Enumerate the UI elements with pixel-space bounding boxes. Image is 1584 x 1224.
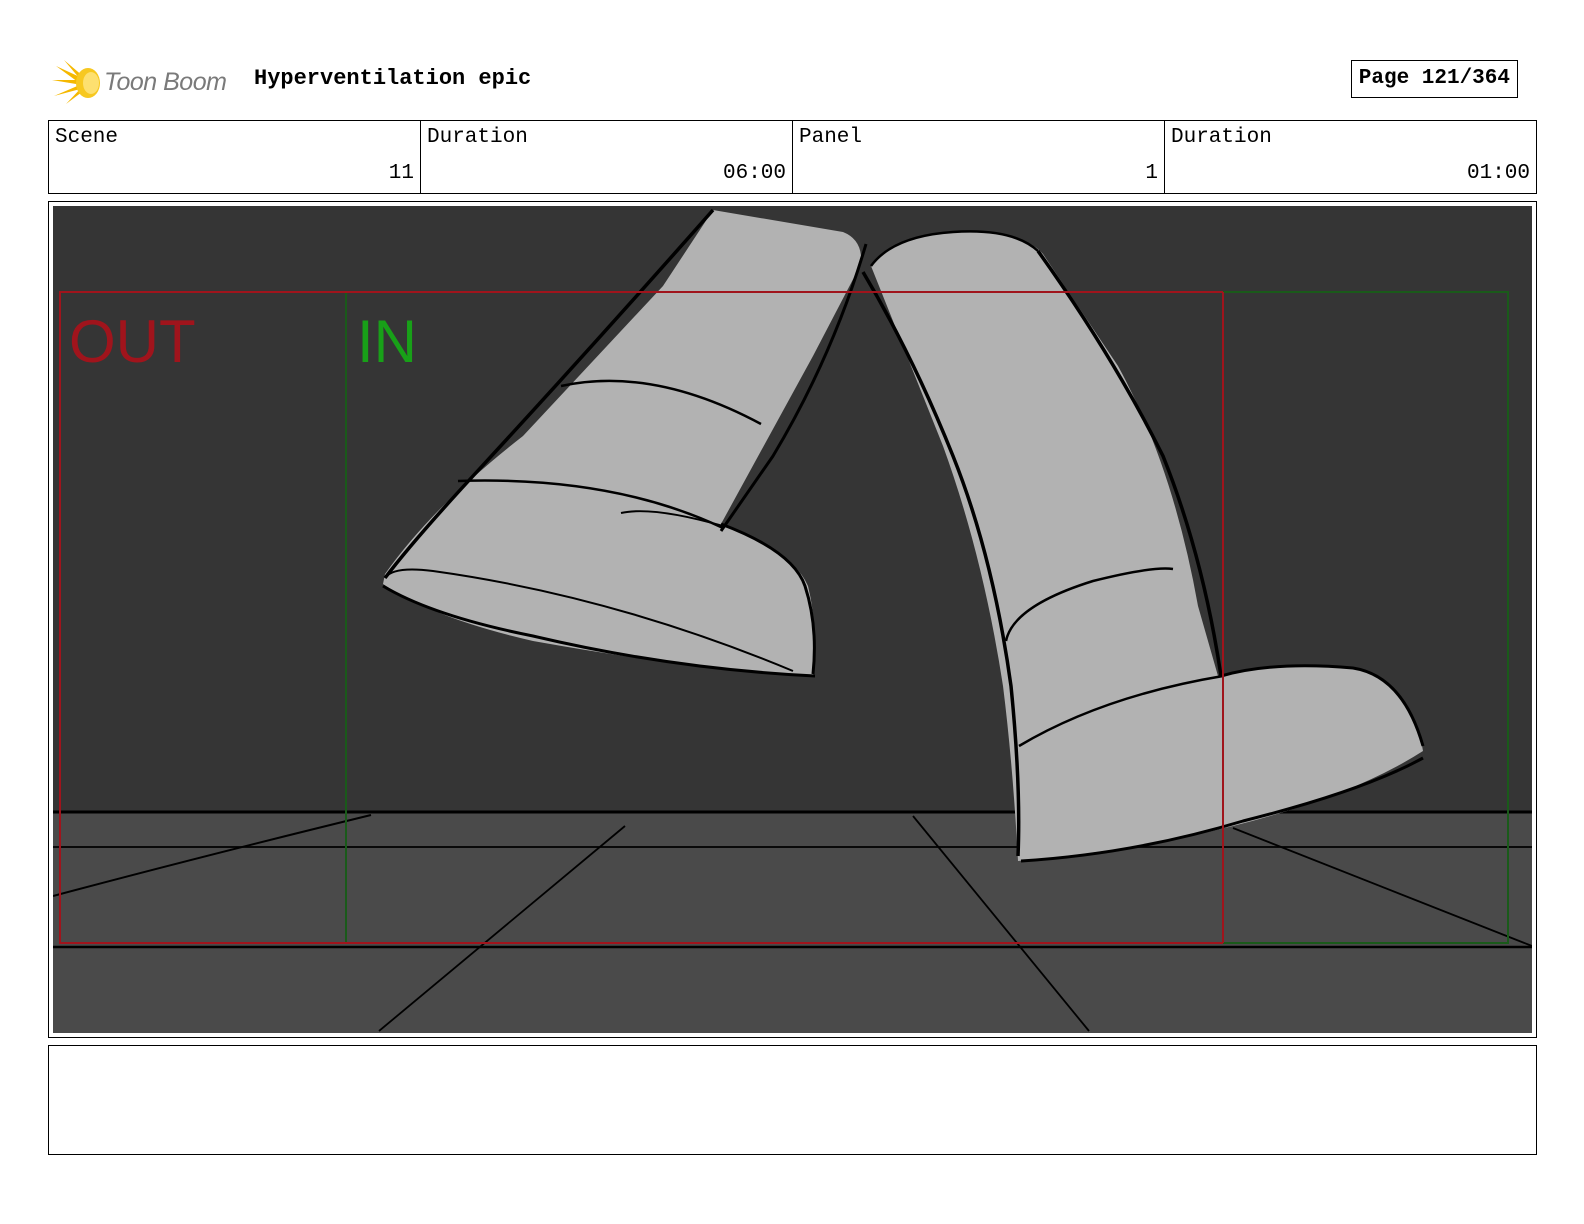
panel-notes-box [48,1045,1537,1155]
scene-label: Scene [55,126,119,149]
floor [53,812,1532,1033]
scene-duration-value: 06:00 [722,162,786,185]
scene-info-table: Scene 11 Duration 06:00 Panel 1 Duration… [48,120,1537,194]
project-title: Hyperventilation epic [254,66,532,91]
panel-label: Panel [799,126,863,149]
panel-duration-cell: Duration 01:00 [1165,121,1536,193]
logo-wordmark: Toon Boom [104,68,227,96]
storyboard-panel-image: OUT IN [53,206,1532,1033]
scene-cell: Scene 11 [49,121,421,193]
toon-boom-logo: Toon Boom [52,58,242,106]
panel-duration-value: 01:00 [1466,162,1530,185]
scene-duration-cell: Duration 06:00 [421,121,793,193]
in-label: IN [357,308,417,375]
panel-cell: Panel 1 [793,121,1165,193]
storyboard-panel-frame: OUT IN [48,201,1537,1038]
panel-duration-label: Duration [1171,126,1272,149]
scene-duration-label: Duration [427,126,528,149]
scene-value: 11 [388,162,414,185]
panel-value: 1 [1145,162,1158,185]
page-counter: Page 121/364 [1350,60,1518,98]
starburst-icon [52,60,100,104]
out-label: OUT [69,308,196,375]
panel-drawing: OUT IN [53,206,1532,1033]
page-header: Toon Boom Hyperventilation epic Page 121… [48,54,1538,106]
